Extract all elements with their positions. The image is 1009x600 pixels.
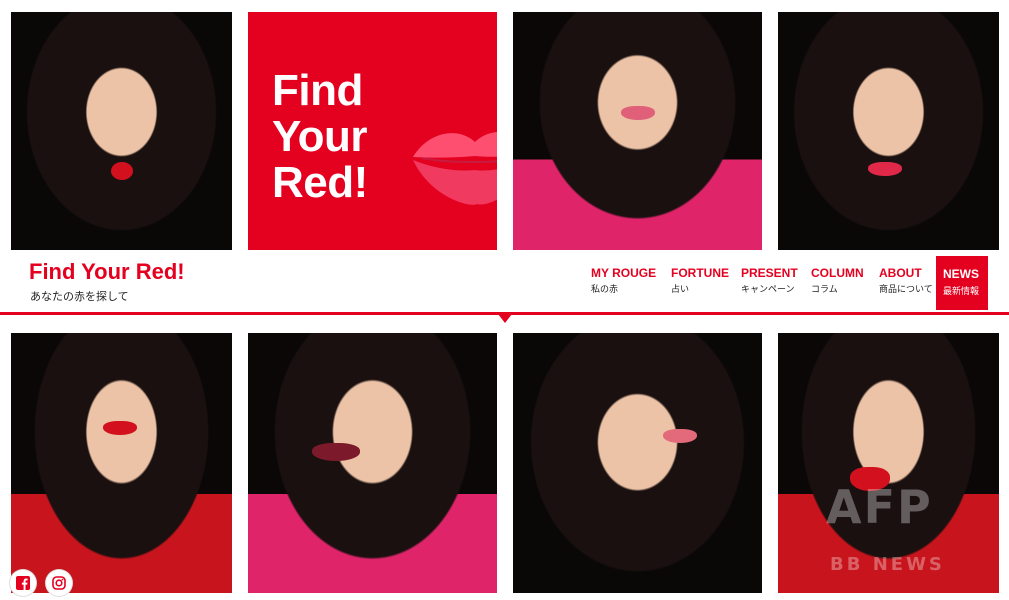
model-photo-bottom-2[interactable] (248, 333, 497, 593)
nav-label: ABOUT (879, 266, 922, 280)
lips (312, 443, 360, 461)
model-photo-top-2[interactable] (513, 12, 762, 250)
nav-label: FORTUNE (671, 266, 729, 280)
nav-item-present[interactable]: PRESENT キャンペーン (741, 266, 798, 295)
nav-item-about[interactable]: ABOUT 商品について (879, 266, 933, 295)
afp-bb-news-watermark: AFP BB NEWS (826, 470, 996, 582)
nav-item-my-rouge[interactable]: MY ROUGE 私の赤 (591, 266, 656, 295)
lipstick-kiss-mark-icon (413, 132, 497, 205)
instagram-button[interactable] (46, 570, 72, 596)
nav-sublabel: 商品について (879, 284, 933, 294)
nav-label: MY ROUGE (591, 266, 657, 280)
site-logo[interactable]: Find Your Red! (29, 259, 185, 285)
nav-sublabel: キャンペーン (741, 284, 795, 294)
nav-sublabel: 私の赤 (591, 284, 619, 294)
model-photo-top-1[interactable] (11, 12, 232, 250)
watermark-top: AFP (826, 480, 933, 534)
lips (663, 429, 697, 443)
hero-banner[interactable]: Find Your Red! (248, 12, 497, 250)
nav-sublabel: 最新情報 (943, 286, 980, 296)
divider-notch-arrow-icon (498, 314, 512, 323)
model-photo-top-3[interactable] (778, 12, 999, 250)
model-photo-bottom-3[interactable] (513, 333, 762, 593)
nav-label: COLUMN (811, 266, 864, 280)
nav-label: PRESENT (741, 266, 798, 280)
nav-label: NEWS (943, 267, 979, 281)
lips (868, 162, 902, 176)
nav-sublabel: コラム (811, 284, 838, 294)
model-photo-bottom-1[interactable] (11, 333, 232, 593)
site-tagline: あなたの赤を探して (30, 291, 129, 303)
facebook-button[interactable] (10, 570, 36, 596)
nav-sublabel: 占い (671, 284, 690, 294)
lips (111, 162, 133, 180)
facebook-icon (16, 576, 30, 590)
nav-item-fortune[interactable]: FORTUNE 占い (671, 266, 729, 295)
nav-item-column[interactable]: COLUMN コラム (811, 266, 864, 295)
instagram-icon (52, 576, 66, 590)
watermark-bottom: BB NEWS (830, 554, 945, 575)
lips (103, 421, 137, 435)
nav-item-news[interactable]: NEWS 最新情報 (936, 256, 988, 310)
hero-title: Find Your Red! (272, 66, 368, 207)
lips (621, 106, 655, 120)
